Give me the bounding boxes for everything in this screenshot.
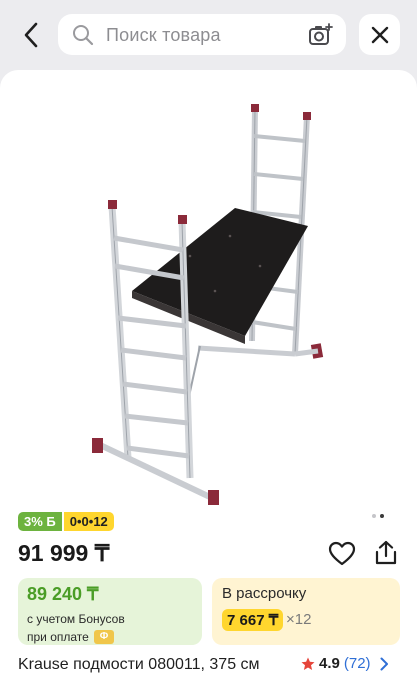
gallery-pagination [372, 514, 384, 518]
search-placeholder: Поиск товара [106, 25, 221, 45]
review-count: (72) [343, 655, 371, 672]
star-icon [301, 657, 315, 670]
installment-label: В рассрочку [222, 585, 307, 602]
bonus-price-box[interactable]: 89 240 ₸ с учетом Бонусов при оплате Ф [18, 578, 202, 645]
promo-badges: 3% Б 0•0•12 [18, 512, 114, 531]
rating-value: 4.9 [319, 655, 340, 672]
gallery-dot[interactable] [372, 514, 376, 518]
chevron-left-icon [24, 22, 38, 48]
heart-icon[interactable] [328, 540, 356, 568]
back-button[interactable] [14, 20, 48, 50]
search-icon [73, 25, 94, 46]
top-bar: Поиск товара [0, 0, 417, 70]
installment-monthly: 7 667 ₸ [222, 609, 284, 631]
chevron-right-icon [380, 657, 388, 670]
bonus-note-line1: с учетом Бонусов [27, 612, 125, 626]
search-input[interactable]: Поиск товара [58, 14, 346, 55]
bonus-price: 89 240 ₸ [27, 584, 99, 604]
share-icon[interactable] [372, 539, 400, 567]
rating-link[interactable]: 4.9 (72) [301, 655, 389, 672]
product-title: Krause подмости 080011, 375 см [18, 656, 260, 673]
gallery-dot-active[interactable] [380, 514, 384, 518]
product-price: 91 999 ₸ [18, 540, 110, 566]
payment-logo-icon: Ф [94, 630, 114, 644]
installment-box[interactable]: В рассрочку 7 667 ₸ ×12 [212, 578, 400, 645]
bonus-note-line2: при оплате [27, 630, 89, 644]
bonus-badge: 3% Б [18, 512, 62, 531]
close-icon [371, 26, 388, 43]
installment-badge: 0•0•12 [63, 512, 114, 531]
product-image[interactable] [40, 86, 360, 506]
product-card: 3% Б 0•0•12 91 999 ₸ 89 240 ₸ с учетом Б… [0, 70, 417, 699]
installment-months: ×12 [286, 611, 312, 628]
camera-search-icon[interactable] [308, 22, 334, 48]
close-button[interactable] [359, 14, 400, 55]
